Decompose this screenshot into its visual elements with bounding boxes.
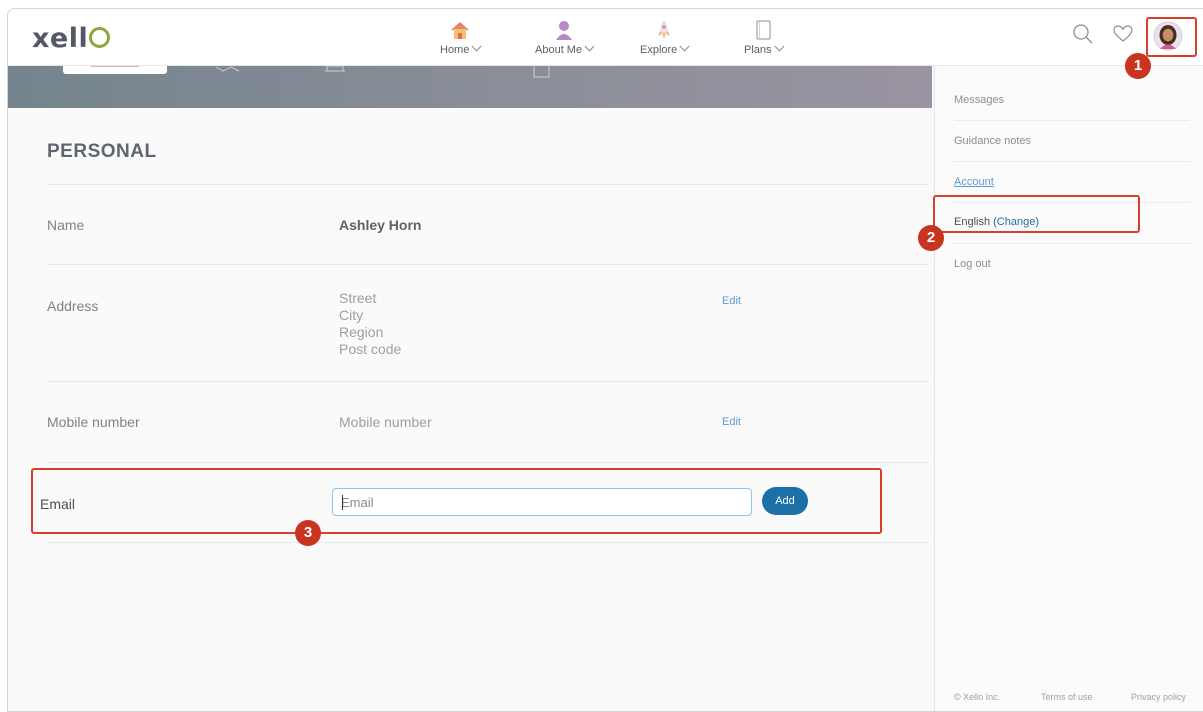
nav-home[interactable]: Home — [440, 19, 482, 56]
document-icon — [533, 66, 550, 78]
highlight-language — [933, 195, 1140, 233]
section-title: PERSONAL — [47, 141, 157, 162]
menu-item-account[interactable]: Account — [954, 176, 994, 188]
logo-o-mark — [89, 27, 111, 48]
logo-text: xell — [32, 23, 89, 54]
nav-plans[interactable]: Plans — [744, 19, 784, 56]
address-postcode: Post code — [339, 341, 402, 357]
divider — [47, 542, 929, 543]
app-window: xell Home About Me Explore Plans PERSONA… — [7, 8, 1203, 712]
rocket-icon — [658, 20, 671, 39]
profile-card-image — [91, 66, 139, 67]
chevron-down-icon — [471, 41, 482, 52]
nav-home-label: Home — [440, 44, 470, 56]
house-icon — [451, 22, 470, 39]
name-value: Ashley Horn — [339, 217, 422, 233]
nav-about-me[interactable]: About Me — [535, 19, 595, 56]
name-label: Name — [47, 217, 85, 233]
mobile-edit-link[interactable]: Edit — [722, 416, 741, 428]
address-street: Street — [339, 290, 377, 306]
search-icon[interactable] — [1072, 23, 1094, 45]
address-region: Region — [339, 324, 384, 340]
divider — [954, 243, 1190, 244]
chevron-down-icon — [679, 41, 690, 52]
divider — [47, 264, 929, 265]
divider — [954, 161, 1190, 162]
monitor-icon — [325, 66, 345, 72]
nav-explore-label: Explore — [640, 44, 678, 56]
address-edit-link[interactable]: Edit — [722, 295, 741, 307]
copyright-text: © Xello Inc. — [954, 692, 1001, 702]
privacy-link[interactable]: Privacy policy — [1131, 692, 1186, 702]
step-badge-2: 2 — [918, 225, 944, 251]
divider — [954, 120, 1190, 121]
terms-link[interactable]: Terms of use — [1041, 692, 1093, 702]
menu-item-guidance-notes[interactable]: Guidance notes — [954, 135, 1190, 147]
profile-banner — [8, 66, 932, 108]
menu-item-log-out[interactable]: Log out — [954, 258, 1190, 270]
highlight-avatar — [1146, 17, 1197, 57]
step-badge-1: 1 — [1125, 53, 1151, 79]
highlight-email-row — [31, 468, 882, 534]
menu-item-messages[interactable]: Messages — [954, 94, 1190, 106]
profile-card — [63, 66, 167, 74]
xello-logo[interactable]: xell — [32, 23, 111, 54]
top-navbar: xell Home About Me Explore Plans — [8, 9, 1203, 66]
profile-main: PERSONAL Name Ashley Horn Address Street… — [8, 109, 932, 711]
divider — [47, 184, 929, 185]
person-icon — [556, 21, 573, 40]
mobile-value: Mobile number — [339, 414, 432, 430]
map-icon — [215, 66, 240, 72]
heart-icon[interactable] — [1113, 25, 1133, 43]
chevron-down-icon — [584, 41, 595, 52]
address-value: Street City Region Post code — [339, 290, 401, 358]
address-label: Address — [47, 298, 99, 314]
notebook-icon — [756, 20, 771, 40]
nav-explore[interactable]: Explore — [640, 19, 690, 56]
address-city: City — [339, 307, 364, 323]
nav-plans-label: Plans — [744, 44, 772, 56]
nav-about-me-label: About Me — [535, 44, 583, 56]
divider — [47, 381, 929, 382]
mobile-label: Mobile number — [47, 414, 140, 430]
chevron-down-icon — [774, 41, 784, 52]
account-dropdown: Messages Guidance notes Account English … — [934, 66, 1203, 711]
divider — [47, 462, 929, 463]
step-badge-3: 3 — [295, 520, 321, 546]
